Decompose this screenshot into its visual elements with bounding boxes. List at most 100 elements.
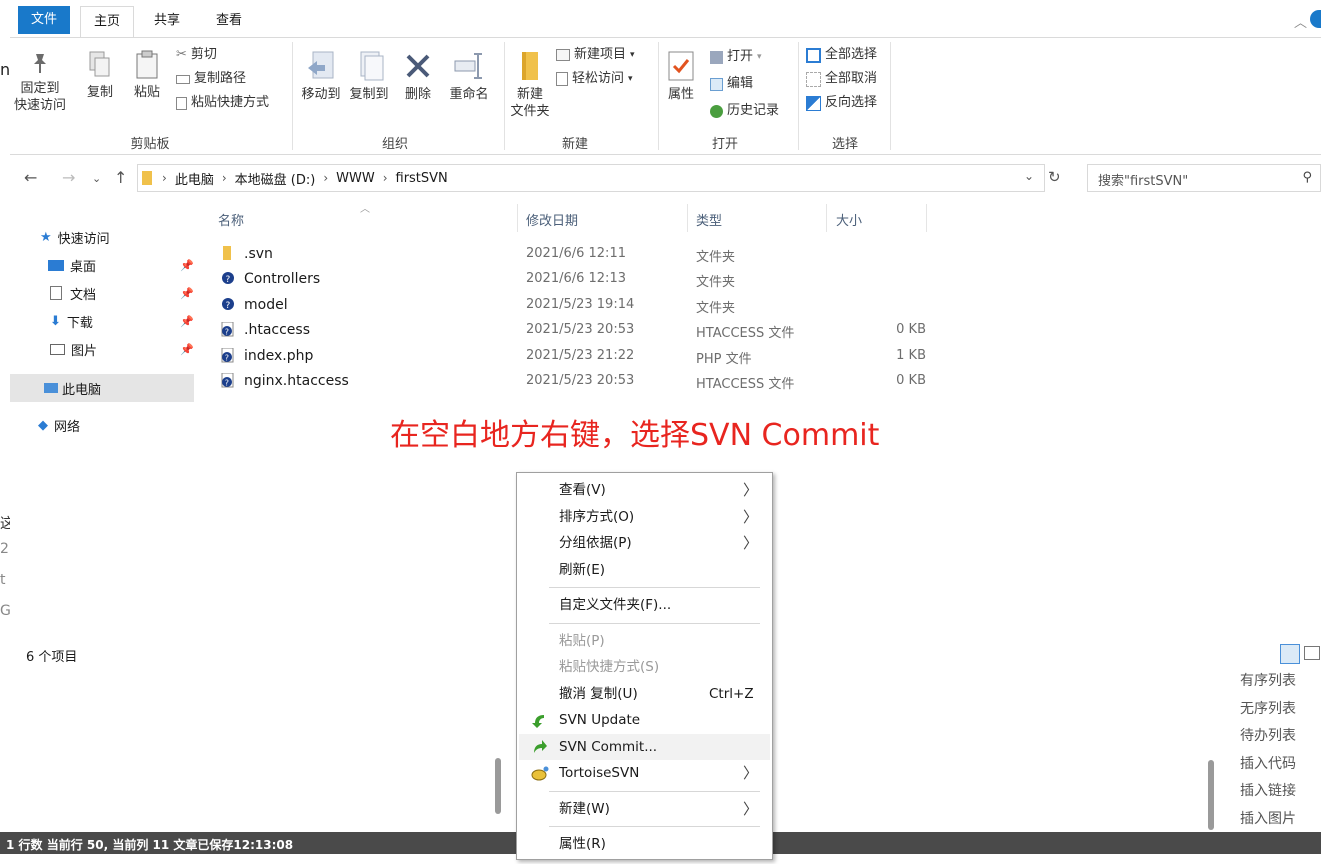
file-row[interactable]: ? Controllers 2021/6/6 12:13 文件夹 (217, 267, 937, 292)
properties-check-icon (668, 51, 694, 81)
file-row[interactable]: ? index.php 2021/5/23 21:22 PHP 文件 1 KB (217, 344, 937, 369)
md-insert-code[interactable]: 插入代码 (1228, 751, 1321, 779)
nav-documents[interactable]: 文档 📌 (10, 280, 194, 306)
file-date: 2021/6/6 12:13 (526, 271, 626, 286)
menu-customize-folder[interactable]: 自定义文件夹(F)... (519, 592, 770, 619)
nav-quick-access[interactable]: ★ 快速访问 (10, 224, 194, 250)
breadcrumb-firstsvn[interactable]: firstSVN (396, 171, 448, 186)
nav-pictures[interactable]: 图片 📌 (10, 336, 194, 362)
menu-separator (549, 790, 760, 792)
menu-separator (549, 622, 760, 624)
column-divider[interactable] (826, 204, 827, 232)
breadcrumb-separator: › (323, 171, 329, 185)
md-ordered-list[interactable]: 有序列表 (1228, 668, 1321, 696)
menu-svn-commit[interactable]: SVN Commit... (519, 733, 770, 760)
menu-separator (549, 826, 760, 827)
edit-button[interactable]: 编辑 (710, 73, 753, 95)
column-date[interactable]: 修改日期 (526, 210, 578, 229)
menu-tortoisesvn[interactable]: TortoiseSVN 〉 (519, 760, 770, 787)
column-divider[interactable] (687, 204, 688, 232)
edit-label: 编辑 (727, 76, 754, 91)
invert-selection-button[interactable]: 反向选择 (806, 92, 877, 114)
properties-button[interactable]: 属性 (660, 50, 702, 103)
ribbon-divider (658, 42, 659, 150)
history-button[interactable]: 历史记录 (710, 100, 779, 122)
menu-new[interactable]: 新建(W) 〉 (519, 796, 770, 823)
menu-view[interactable]: 查看(V) 〉 (519, 477, 770, 504)
breadcrumb-drive-d[interactable]: 本地磁盘 (D:) (235, 169, 316, 188)
computer-icon (44, 383, 58, 393)
paste-button[interactable]: 粘贴 (127, 50, 167, 101)
collapse-ribbon-icon[interactable]: ︿ (1294, 12, 1307, 31)
file-row[interactable]: ? nginx.htaccess 2021/5/23 20:53 HTACCES… (217, 369, 937, 394)
search-input[interactable]: 搜索"firstSVN" ⚲ (1087, 164, 1321, 192)
rename-button[interactable]: 重命名 (444, 50, 494, 103)
md-insert-image[interactable]: 插入图片 (1228, 806, 1321, 834)
nav-desktop[interactable]: 桌面 📌 (10, 252, 194, 278)
svn-commit-icon (531, 739, 547, 755)
menu-undo-copy[interactable]: 撤消 复制(U) Ctrl+Z (519, 681, 770, 708)
history-icon (710, 104, 723, 118)
menu-properties[interactable]: 属性(R) (519, 831, 770, 858)
pin-quick-access-button[interactable]: 固定到 快速访问 (14, 50, 66, 114)
nav-network[interactable]: ◆ 网络 (10, 412, 194, 438)
menu-paste[interactable]: 粘贴(P) (519, 628, 770, 655)
move-to-button[interactable]: 移动到 (298, 50, 344, 103)
tab-file[interactable]: 文件 (18, 6, 70, 34)
menu-group-by[interactable]: 分组依据(P) 〉 (519, 530, 770, 557)
menu-paste-shortcut[interactable]: 粘贴快捷方式(S) (519, 654, 770, 681)
copy-to-button[interactable]: 复制到 (346, 50, 392, 103)
column-size[interactable]: 大小 (836, 210, 862, 229)
editor-side-scrollbar[interactable] (1208, 760, 1214, 830)
select-all-button[interactable]: 全部选择 (806, 44, 877, 66)
tab-view[interactable]: 查看 (202, 6, 256, 38)
cut-button[interactable]: ✂ 剪切 (176, 44, 217, 66)
file-row[interactable]: ? model 2021/5/23 19:14 文件夹 (217, 293, 937, 318)
column-type[interactable]: 类型 (696, 210, 722, 229)
nav-desktop-label: 桌面 (70, 259, 97, 275)
refresh-icon[interactable]: ↻ (1048, 168, 1061, 186)
breadcrumb-www[interactable]: WWW (336, 171, 375, 186)
menu-sort-by[interactable]: 排序方式(O) 〉 (519, 504, 770, 531)
select-none-button[interactable]: 全部取消 (806, 68, 877, 90)
new-item-button[interactable]: 新建项目 ▾ (556, 44, 635, 66)
easy-access-button[interactable]: 轻松访问 ▾ (556, 68, 633, 90)
md-todo-list[interactable]: 待办列表 (1228, 723, 1321, 751)
paste-shortcut-icon (176, 96, 187, 110)
editor-scrollbar[interactable] (495, 758, 501, 814)
tab-home[interactable]: 主页 (80, 6, 134, 38)
nav-downloads[interactable]: ⬇ 下载 📌 (10, 308, 194, 334)
delete-button[interactable]: 删除 (400, 50, 436, 103)
md-unordered-list[interactable]: 无序列表 (1228, 696, 1321, 724)
large-icons-view-icon[interactable] (1304, 646, 1320, 660)
breadcrumb-this-pc[interactable]: 此电脑 (175, 169, 214, 188)
menu-refresh[interactable]: 刷新(E) (519, 557, 770, 584)
file-row[interactable]: ? .htaccess 2021/5/23 20:53 HTACCESS 文件 … (217, 318, 937, 343)
menu-svn-update[interactable]: SVN Update (519, 707, 770, 734)
address-history-chevron-icon[interactable]: ⌄ (1024, 169, 1034, 183)
copy-path-button[interactable]: 复制路径 (176, 68, 246, 90)
new-item-label: 新建项目 (574, 47, 627, 62)
md-insert-link[interactable]: 插入链接 (1228, 778, 1321, 806)
recent-locations-chevron-icon[interactable]: ⌄ (92, 172, 101, 185)
nav-pictures-label: 图片 (71, 343, 98, 359)
tab-share[interactable]: 共享 (140, 6, 194, 38)
up-arrow-icon[interactable]: ↑ (114, 168, 127, 187)
back-arrow-icon[interactable]: ← (24, 168, 37, 187)
file-row[interactable]: .svn 2021/6/6 12:11 文件夹 (217, 242, 937, 267)
forward-arrow-icon[interactable]: → (62, 168, 75, 187)
help-icon[interactable] (1310, 10, 1321, 28)
address-bar[interactable]: › 此电脑 › 本地磁盘 (D:) › WWW › firstSVN ⌄ (137, 164, 1045, 192)
column-divider[interactable] (517, 204, 518, 232)
paste-shortcut-button[interactable]: 粘贴快捷方式 (176, 92, 269, 114)
menu-customize-label: 自定义文件夹(F)... (559, 597, 672, 613)
new-folder-button[interactable]: 新建 文件夹 (506, 50, 554, 120)
details-view-icon[interactable] (1280, 644, 1300, 664)
file-size: 0 KB (896, 322, 926, 337)
svg-text:?: ? (226, 275, 231, 285)
column-name[interactable]: 名称 (218, 210, 244, 229)
nav-this-pc[interactable]: 此电脑 (10, 374, 194, 402)
open-button[interactable]: 打开 ▾ (710, 46, 762, 68)
copy-button[interactable]: 复制 (80, 50, 120, 101)
column-divider[interactable] (926, 204, 927, 232)
